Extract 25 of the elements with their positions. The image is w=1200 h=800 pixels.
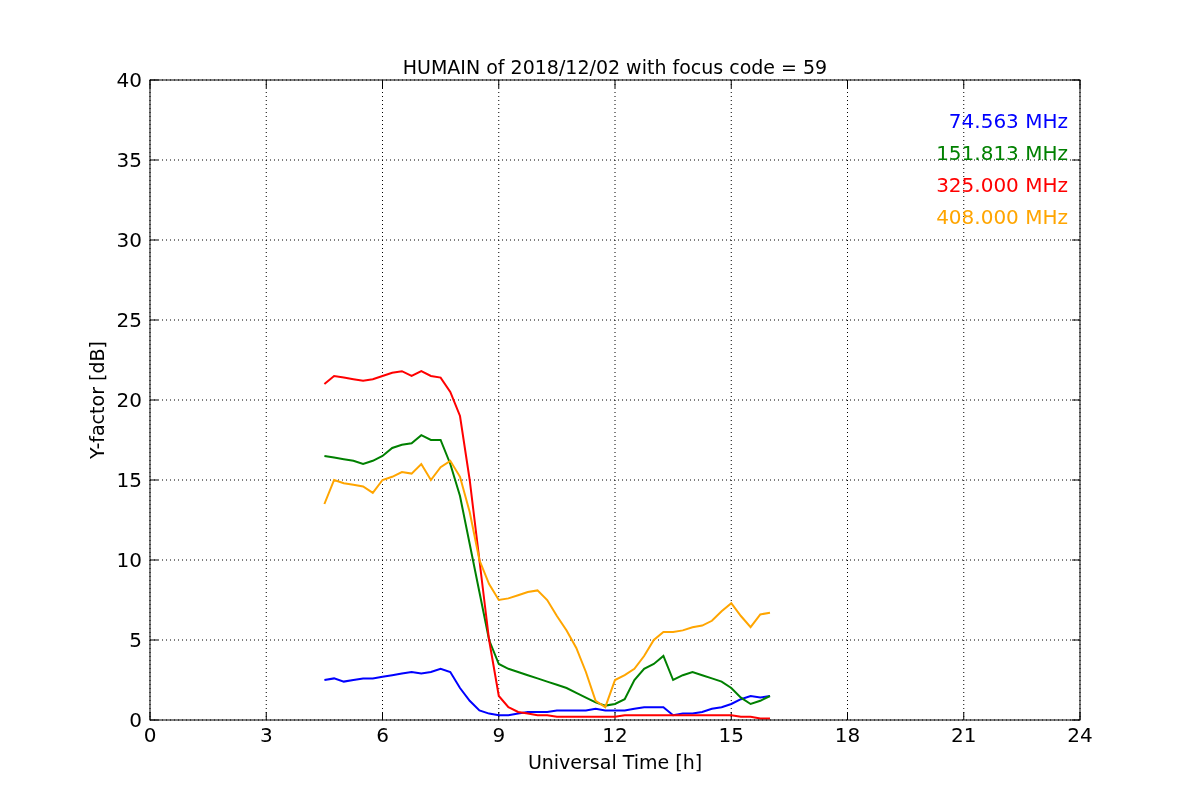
tick-label: 10 (116, 548, 142, 572)
tick-label: 12 (602, 723, 628, 747)
tick-label: 24 (1067, 723, 1093, 747)
tick-label: 15 (718, 723, 744, 747)
legend-label: 325.000 MHz (936, 173, 1068, 197)
tick-label: 0 (143, 723, 157, 747)
tick-label: 20 (116, 388, 142, 412)
tick-label: 30 (116, 228, 142, 252)
legend-label: 74.563 MHz (948, 109, 1068, 133)
tick-label: 3 (259, 723, 273, 747)
axis-label: Y-factor [dB] (86, 341, 108, 459)
tick-label: 9 (492, 723, 506, 747)
tick-label: 35 (116, 148, 142, 172)
tick-label: 40 (116, 68, 142, 92)
tick-label: 15 (116, 468, 142, 492)
tick-label: 6 (376, 723, 389, 747)
tick-label: 18 (834, 723, 861, 747)
tick-label: 21 (951, 723, 977, 747)
chart-title: HUMAIN of 2018/12/02 with focus code = 59 (402, 56, 828, 78)
axis-label: Universal Time [h] (527, 751, 703, 773)
legend-label: 151.813 MHz (936, 141, 1068, 165)
tick-label: 0 (129, 708, 142, 732)
tick-label: 25 (116, 308, 142, 332)
legend-label: 408.000 MHz (936, 205, 1068, 229)
tick-label: 5 (129, 628, 142, 652)
